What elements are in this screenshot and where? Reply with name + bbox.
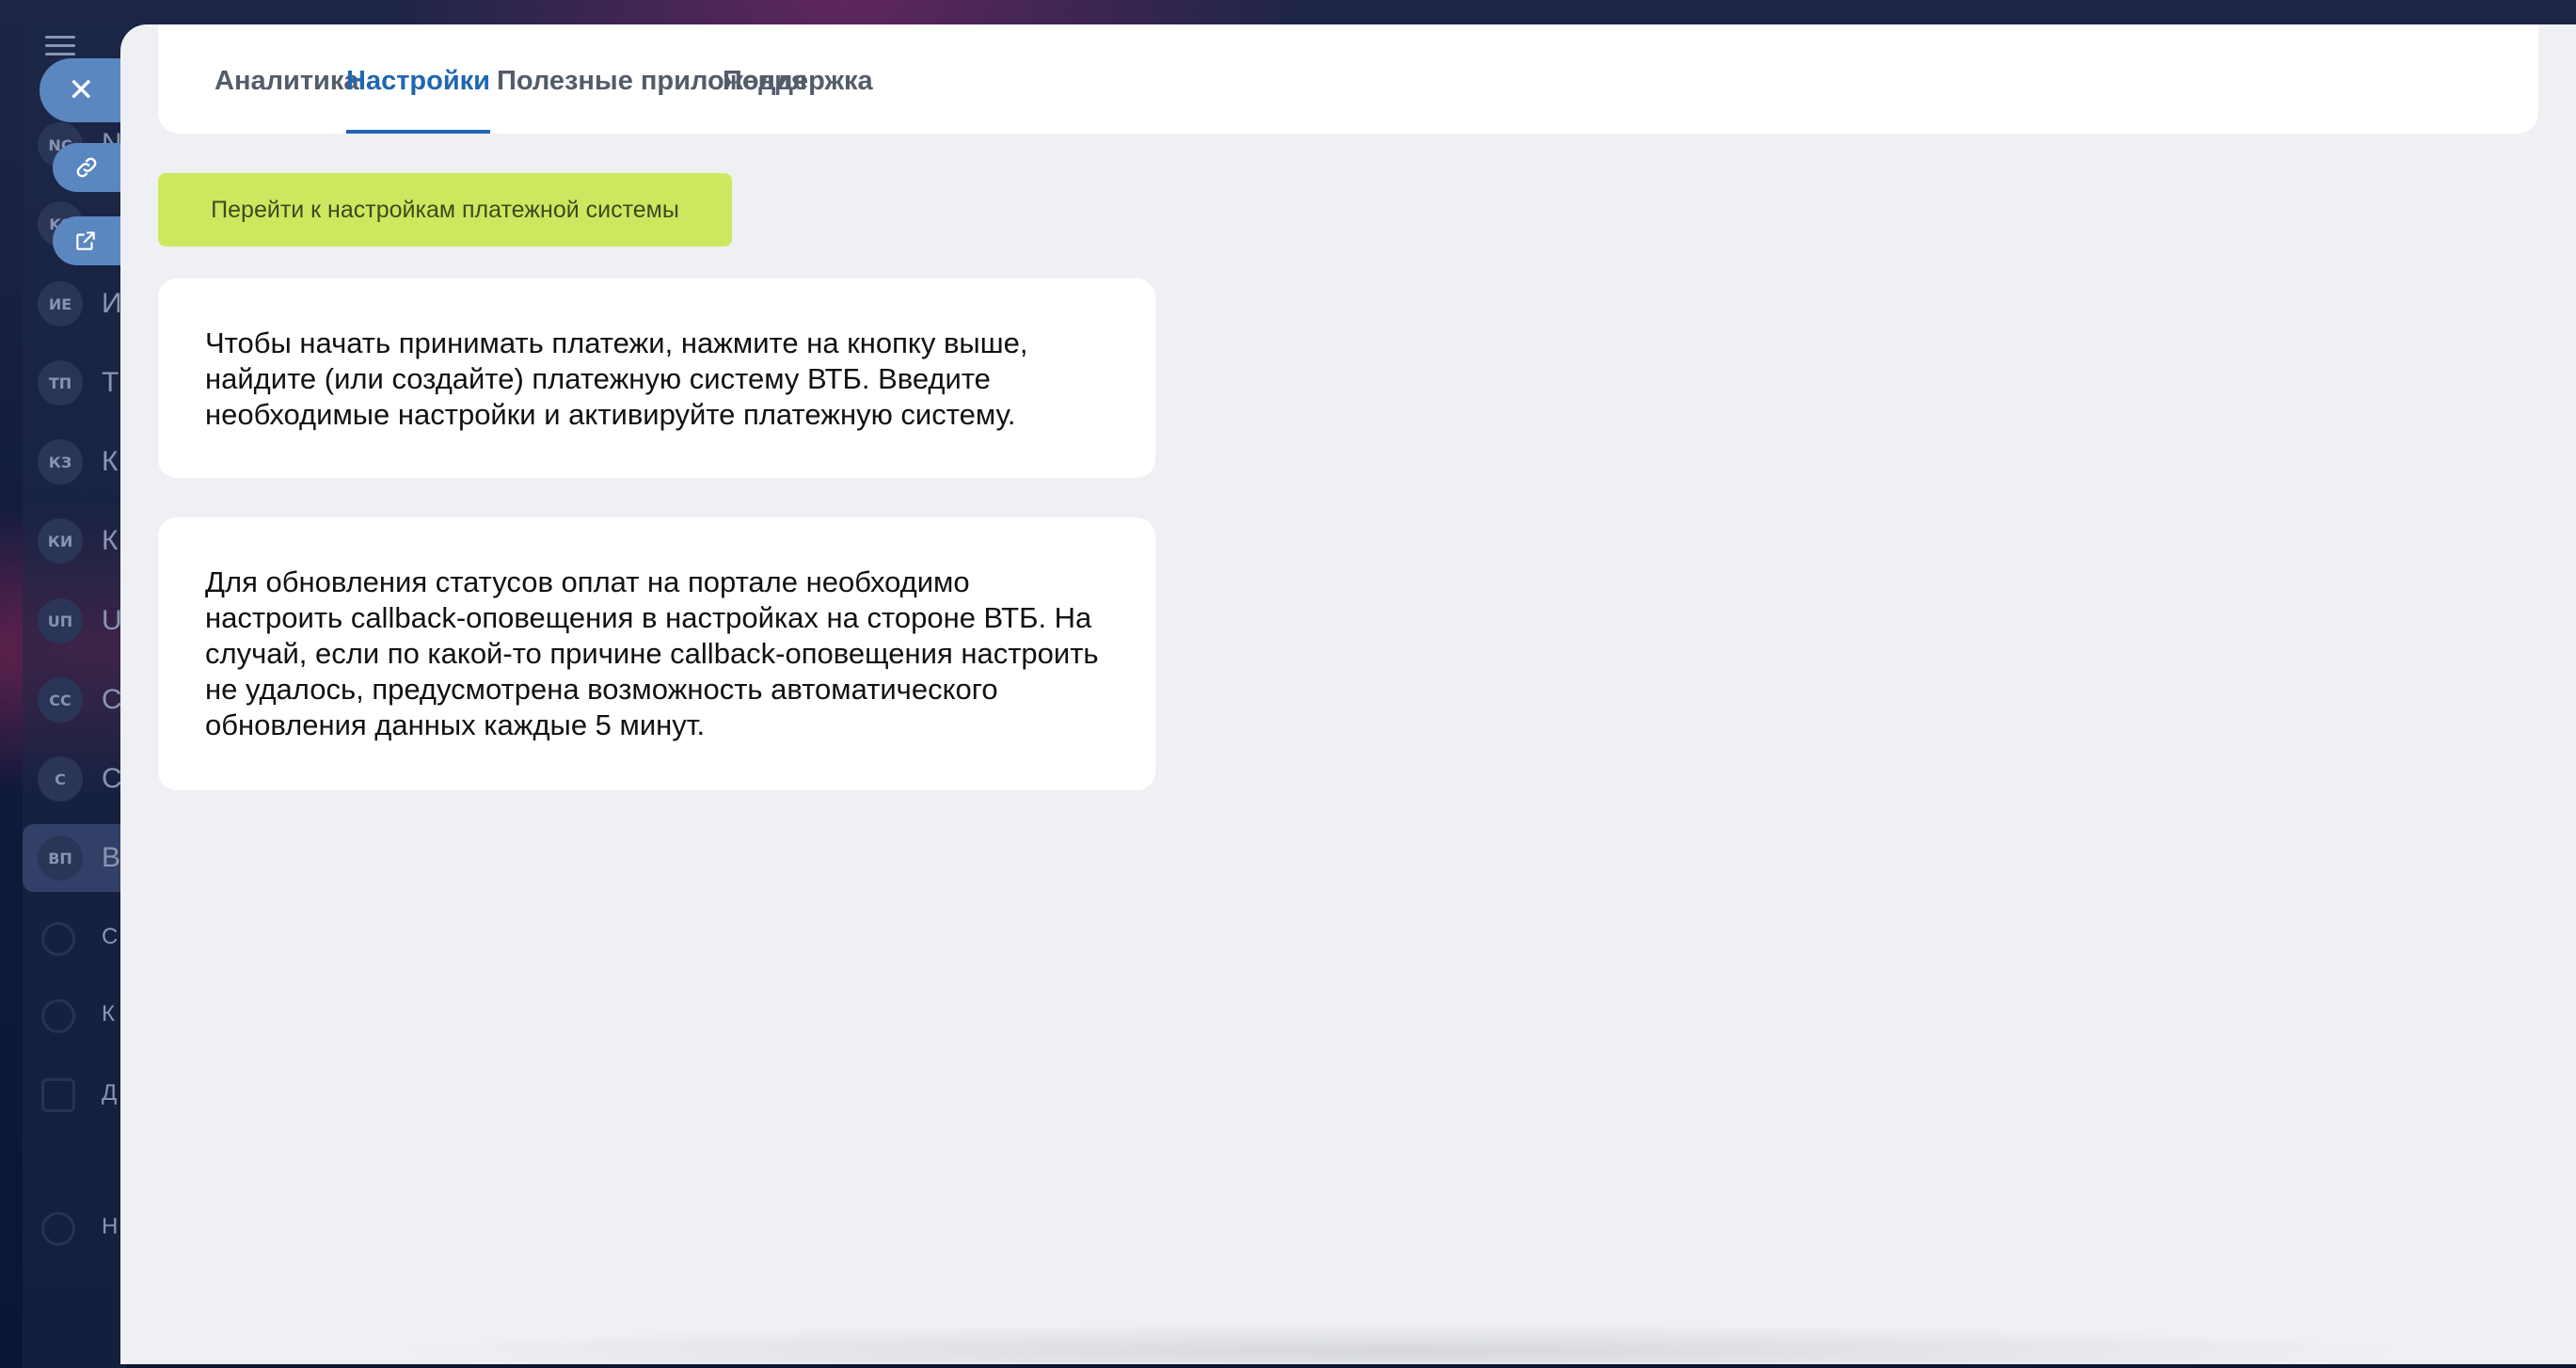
sidebar-avatar[interactable]: ИЕ [38,281,83,326]
external-link-icon [76,231,95,250]
slider-panel: Аналитика Настройки Полезные приложения … [120,24,2576,1368]
go-to-payment-settings-button[interactable]: Перейти к настройкам платежной системы [158,173,732,247]
info-card: Чтобы начать принимать платежи, нажмите … [158,278,1155,478]
sidebar-avatar[interactable]: КЗ [38,439,83,485]
sidebar-item-label: С [102,763,122,794]
sidebar-avatar[interactable]: КИ [38,518,83,564]
sidebar-avatar[interactable]: UП [38,598,83,644]
info-card: Для обновления статусов оплат на портале… [158,517,1155,790]
tab-support[interactable]: Поддержка [723,66,873,134]
sidebar-avatar[interactable]: C [38,756,83,802]
sidebar-icon[interactable] [41,922,75,956]
tab-settings[interactable]: Настройки [346,66,491,134]
open-new-window-button[interactable] [53,216,130,265]
sidebar-item-label: Т [102,367,119,398]
sidebar-icon[interactable] [41,1078,75,1112]
bottom-shadow [365,1323,2435,1368]
sidebar-item-label: К [102,525,119,556]
sidebar-item-label: К [102,446,119,477]
sidebar-item-label: К [102,1001,115,1026]
tabs-bar: Аналитика Настройки Полезные приложения … [158,24,2538,134]
info-card-text: Чтобы начать принимать платежи, нажмите … [205,326,1028,431]
sidebar-item-label: U [102,605,122,636]
sidebar-icon[interactable] [41,999,75,1033]
sidebar-item-label: Д [102,1080,118,1106]
sidebar-avatar[interactable]: ВП [38,835,83,881]
sidebar-item-label: В [102,842,121,873]
sidebar-item-label: Н [102,1214,119,1239]
link-icon [76,157,97,178]
sidebar-item-label: С [102,684,122,715]
sidebar-avatar[interactable]: CC [38,677,83,723]
info-card-text: Для обновления статусов оплат на портале… [205,565,1099,741]
sidebar-item-label: И [102,288,122,319]
close-slider-button[interactable]: ✕ [40,58,130,122]
sidebar-avatar[interactable]: ТП [38,360,83,406]
menu-icon[interactable] [45,36,75,56]
tab-analytics[interactable]: Аналитика [215,66,359,134]
sidebar-item-label: С [102,924,119,949]
close-icon: ✕ [68,72,95,109]
copy-link-button[interactable] [53,143,130,192]
settings-icon[interactable] [41,1212,75,1246]
